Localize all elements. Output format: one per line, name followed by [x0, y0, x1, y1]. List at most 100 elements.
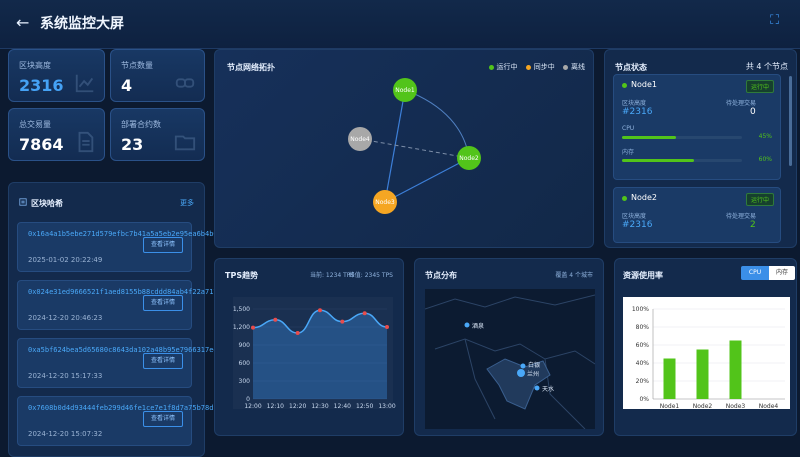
- node-name: Node2: [631, 193, 657, 202]
- node-count: 共 4 个节点: [745, 62, 788, 71]
- tps-point: [340, 319, 345, 324]
- height-value: #2316: [622, 107, 653, 117]
- scrollbar[interactable]: [789, 76, 792, 166]
- pending-value: 0: [750, 107, 756, 117]
- arrow-left-icon[interactable]: ←: [16, 14, 34, 32]
- y-tick-label: 40%: [636, 360, 650, 367]
- svg-text:Node2: Node2: [459, 155, 479, 162]
- block-time: 2024-12-20 15:07:32: [28, 430, 103, 438]
- chart-icon: [75, 74, 94, 93]
- height-value: #2316: [622, 220, 653, 230]
- cpu-progress: [622, 136, 742, 139]
- top-bar: ← 系统监控大屏 ⛶: [0, 0, 800, 49]
- tps-panel: TPS趋势 当前: 1234 TPS 峰值: 2345 TPS 0 300 600 9…: [214, 258, 404, 436]
- x-tick-label: Node1: [660, 403, 680, 410]
- view-detail-button[interactable]: 查看详情: [143, 411, 183, 427]
- tps-chart: 0 300 600 900 1,200 1,500 12:00 12:10 12:20 12:30…: [233, 306, 396, 410]
- y-tick-label: 0: [246, 396, 250, 403]
- node-card: Node1 运行中 区块高度 待处理交易 #2316 0 CPU 45% 内存 …: [613, 74, 781, 180]
- resource-panel: 资源使用率 CPU 内存 0% 20% 40% 60% 80% 100% Node1 Node…: [614, 258, 797, 436]
- svg-text:天水: 天水: [542, 385, 554, 393]
- block-item: 0xa5bf624bea5d65680c8643da102a48b95e7966…: [17, 338, 235, 388]
- cpu-percent: 45%: [758, 133, 772, 140]
- x-tick-label: Node2: [693, 403, 713, 410]
- x-tick-label: 12:30: [311, 403, 328, 410]
- stat-card-total-tx: 总交易量 7864: [8, 108, 105, 161]
- y-tick-label: 0%: [639, 396, 649, 403]
- cpu-progress-fill: [622, 136, 676, 139]
- y-tick-label: 60%: [636, 342, 650, 349]
- stat-label: 部署合约数: [121, 120, 161, 129]
- pending-value: 2: [750, 220, 756, 230]
- block-item: 0x024e31ed9666521f1aed8155b88cddd84ab4f2…: [17, 280, 239, 330]
- topology-node-node1[interactable]: Node1: [393, 78, 417, 102]
- x-tick-label: 12:00: [244, 403, 261, 410]
- height-label: 区块高度: [622, 100, 647, 107]
- topology-node-node3[interactable]: Node3: [373, 190, 397, 214]
- view-detail-button[interactable]: 查看详情: [143, 353, 183, 369]
- mem-percent: 60%: [758, 156, 772, 163]
- resource-bar: [696, 349, 709, 399]
- block-item: 0x7608b0d4d93444feb299d46fe1ce7e1f8d7a75…: [17, 396, 247, 446]
- cpu-label: CPU: [622, 125, 635, 132]
- svg-text:Node1: Node1: [395, 87, 415, 94]
- y-tick-label: 900: [239, 342, 251, 349]
- fullscreen-icon[interactable]: ⛶: [770, 14, 784, 28]
- stat-card-contracts: 部署合约数 23: [110, 108, 205, 161]
- view-detail-button[interactable]: 查看详情: [143, 237, 183, 253]
- svg-text:酒泉: 酒泉: [472, 322, 484, 330]
- view-detail-button[interactable]: 查看详情: [143, 295, 183, 311]
- y-tick-label: 300: [239, 378, 251, 385]
- link-icon: [175, 78, 195, 88]
- svg-text:白银: 白银: [528, 361, 540, 369]
- mem-label: 内存: [622, 149, 635, 156]
- status-badge: 运行中: [745, 80, 774, 93]
- block-hash[interactable]: 0x7608b0d4d93444feb299d46fe1ce7e1f8d7a75…: [28, 404, 247, 413]
- resource-bar: [729, 340, 742, 399]
- stat-value: 23: [121, 135, 144, 154]
- more-link[interactable]: 更多: [180, 198, 194, 208]
- stat-value: 7864: [19, 135, 64, 154]
- y-tick-label: 100%: [632, 306, 649, 313]
- x-tick-label: 12:10: [267, 403, 284, 410]
- mem-progress-fill: [622, 159, 694, 162]
- y-tick-label: 80%: [636, 324, 650, 331]
- pending-label: 待处理交易: [725, 100, 756, 107]
- topology-node-node2[interactable]: Node2: [457, 146, 481, 170]
- block-hash[interactable]: 0xa5bf624bea5d65680c8643da102a48b95e7966…: [28, 346, 235, 355]
- block-time: 2024-12-20 20:46:23: [28, 314, 103, 322]
- stat-card-block-height: 区块高度 2316: [8, 49, 105, 102]
- node-map[interactable]: 酒泉 白银 兰州 天水: [425, 289, 595, 429]
- tps-area: [253, 310, 387, 399]
- tps-point: [385, 325, 389, 329]
- y-tick-label: 1,200: [233, 324, 250, 331]
- x-tick-label: 12:20: [289, 403, 306, 410]
- map-background: [425, 289, 595, 429]
- x-tick-label: 13:00: [378, 403, 395, 410]
- tps-point: [362, 311, 367, 316]
- y-tick-label: 600: [239, 360, 251, 367]
- node-name: Node1: [631, 80, 657, 89]
- topology-node-node4[interactable]: Node4: [348, 127, 372, 151]
- stat-value: 4: [121, 76, 133, 95]
- city-lanzhou[interactable]: 兰州: [517, 369, 539, 378]
- block-hash[interactable]: 0x024e31ed9666521f1aed8155b88cddd84ab4f2…: [28, 288, 239, 297]
- document-icon: [78, 131, 94, 153]
- panel-title: 节点状态: [615, 63, 647, 72]
- node-card: Node2 运行中 区块高度 待处理交易 #2316 2: [613, 187, 781, 243]
- topology-graph: Node1 Node2 Node3 Node4: [348, 78, 481, 214]
- block-time: 2024-12-20 15:17:33: [28, 372, 103, 380]
- edge: [404, 89, 470, 159]
- block-time: 2025-01-02 20:22:49: [28, 256, 103, 264]
- coverage-text: 覆盖 4 个城市: [555, 272, 593, 279]
- stat-value: 2316: [19, 76, 64, 95]
- tps-point: [251, 325, 255, 330]
- y-tick-label: 1,500: [233, 306, 250, 313]
- tps-point: [295, 331, 300, 335]
- resource-chart: 0% 20% 40% 60% 80% 100% Node1 Node2 Node3 Node4: [623, 297, 790, 410]
- map-panel: 节点分布 覆盖 4 个城市 酒泉 白银 兰州 天水: [414, 258, 604, 436]
- topology-panel: 节点网络拓扑 运行中 同步中 离线 Node1 Node2 Node3 Node…: [214, 49, 594, 248]
- block-hash[interactable]: 0x16a4a1b5ebe271d579efbc7b41a5a5eb2e95ea…: [28, 230, 239, 239]
- panel-title: 节点分布: [425, 271, 457, 280]
- x-tick-label: 12:40: [334, 403, 351, 410]
